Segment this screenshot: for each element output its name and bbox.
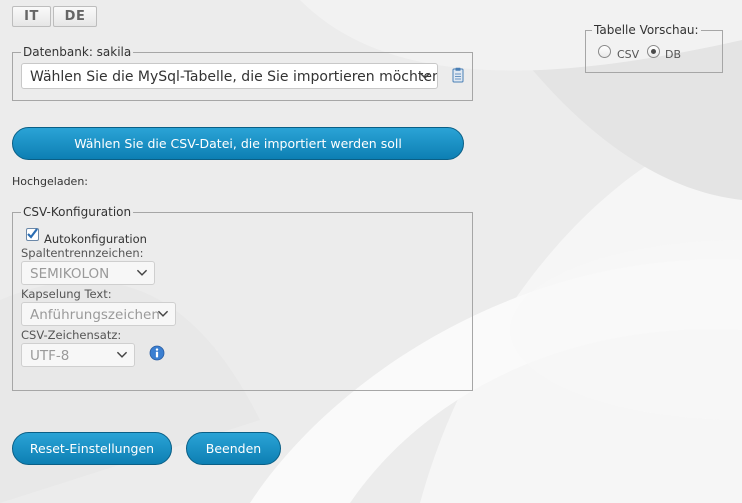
chevron-down-icon — [157, 310, 169, 317]
separator-select-value: SEMIKOLON — [30, 266, 110, 282]
preview-db-label[interactable]: DB — [665, 48, 681, 61]
chevron-down-icon — [419, 72, 431, 79]
lang-de-button[interactable]: DE — [53, 6, 97, 27]
enclosure-select[interactable]: Anführungszeichen — [21, 302, 176, 326]
csv-config-legend: CSV-Konfiguration — [23, 205, 132, 219]
uploaded-label: Hochgeladen: — [12, 175, 88, 188]
enclosure-select-value: Anführungszeichen — [30, 307, 160, 323]
autoconfig-checkbox[interactable] — [26, 228, 39, 241]
choose-csv-file-button[interactable]: Wählen Sie die CSV-Datei, die importiert… — [12, 127, 464, 160]
charset-select-value: UTF-8 — [30, 348, 70, 364]
clipboard-icon[interactable] — [452, 67, 464, 83]
preview-db-radio[interactable] — [647, 45, 660, 58]
preview-csv-label[interactable]: CSV — [617, 48, 639, 61]
preview-csv-radio[interactable] — [598, 45, 611, 58]
preview-legend: Tabelle Vorschau: — [594, 23, 699, 37]
lang-it-button[interactable]: IT — [12, 6, 51, 27]
separator-label: Spaltentrennzeichen: — [21, 246, 144, 260]
autoconfig-label[interactable]: Autokonfiguration — [44, 232, 147, 246]
exit-button[interactable]: Beenden — [186, 432, 281, 465]
chevron-down-icon — [136, 269, 148, 276]
reset-settings-button[interactable]: Reset-Einstellungen — [12, 432, 172, 465]
enclosure-label: Kapselung Text: — [21, 287, 112, 301]
charset-label: CSV-Zeichensatz: — [21, 328, 122, 342]
charset-select[interactable]: UTF-8 — [21, 343, 135, 367]
table-select-value: Wählen Sie die MySql-Tabelle, die Sie im… — [30, 69, 438, 85]
database-legend: Datenbank: sakila — [23, 45, 132, 59]
table-select[interactable]: Wählen Sie die MySql-Tabelle, die Sie im… — [21, 63, 438, 89]
check-icon — [27, 228, 38, 239]
separator-select[interactable]: SEMIKOLON — [21, 261, 155, 285]
info-icon[interactable] — [149, 345, 165, 361]
chevron-down-icon — [116, 351, 128, 358]
